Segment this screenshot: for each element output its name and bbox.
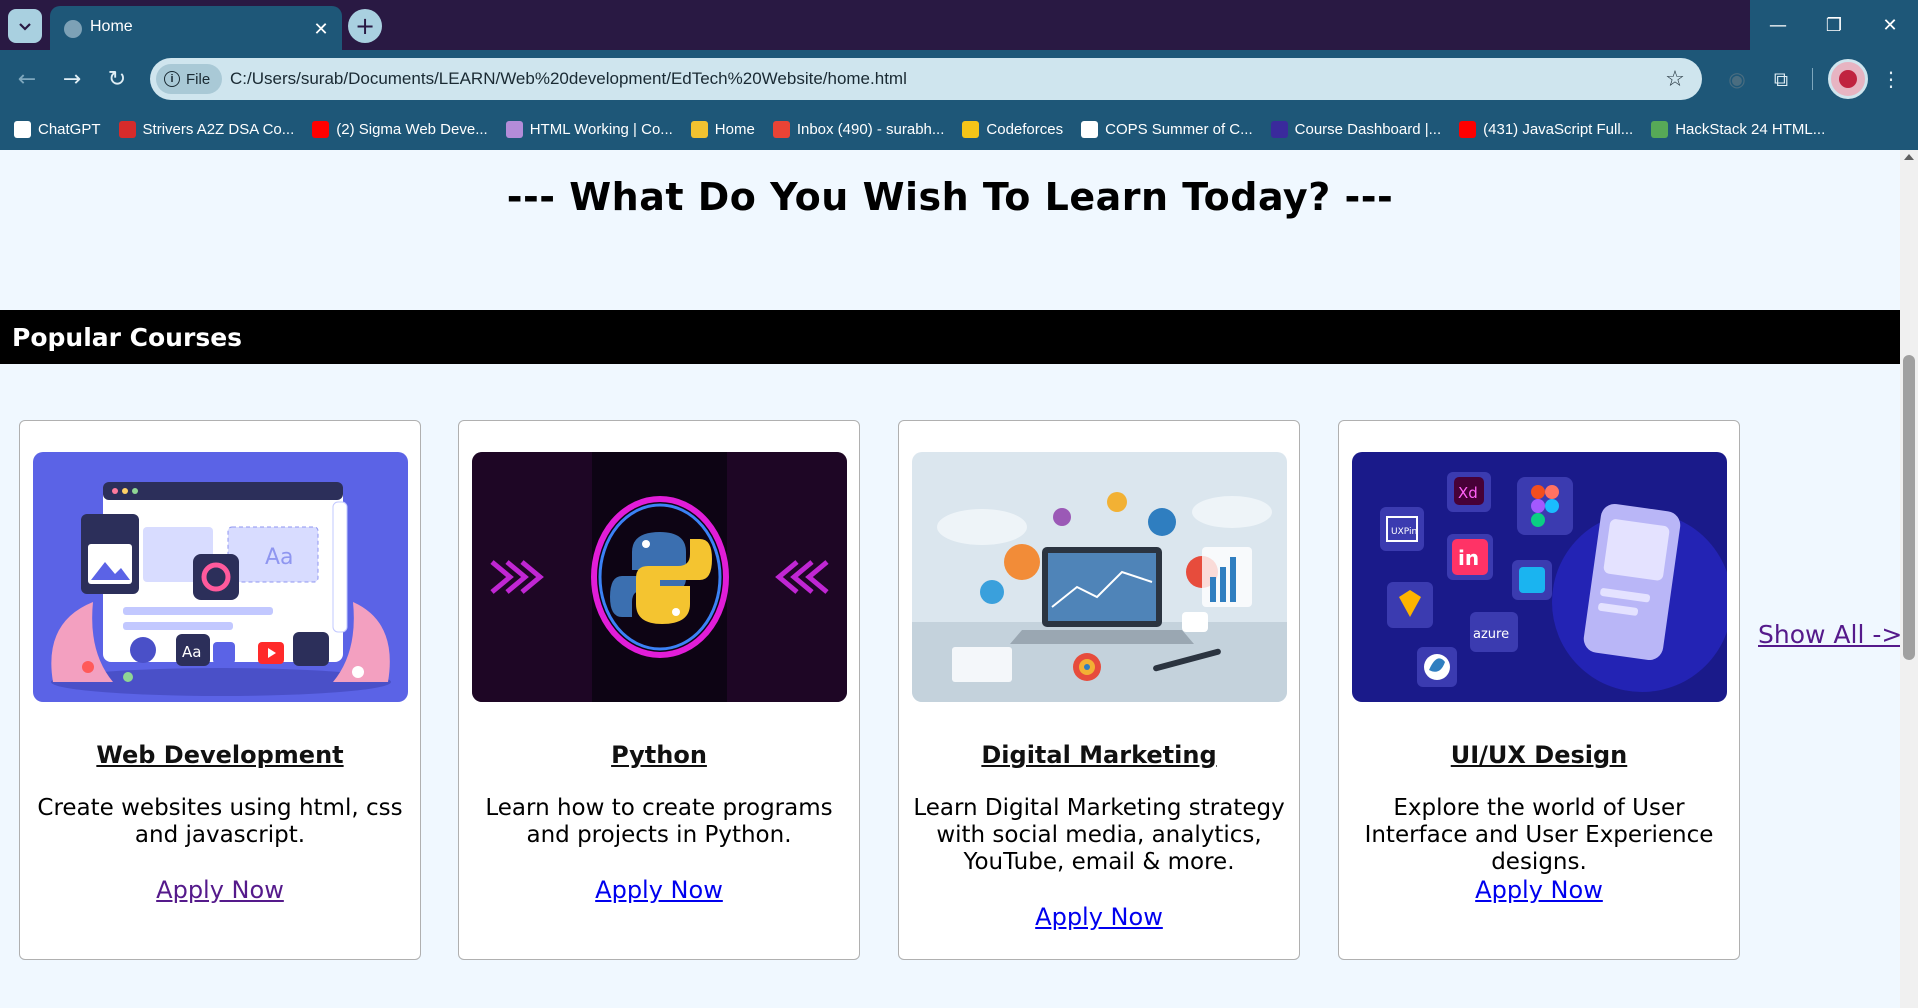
show-all-link[interactable]: Show All -> <box>1758 620 1900 649</box>
site-info-chip[interactable]: i File <box>156 64 223 94</box>
svg-text:azure: azure <box>1473 627 1509 642</box>
page-heading: --- What Do You Wish To Learn Today? --- <box>506 175 1394 219</box>
bookmark-item[interactable]: Home <box>690 120 755 138</box>
bookmark-label: Home <box>714 120 755 138</box>
restore-icon[interactable]: ❐ <box>1806 0 1862 50</box>
bookmark-label: HTML Working | Co... <box>529 120 673 138</box>
course-card-python: Python Learn how to create programs and … <box>458 420 860 960</box>
course-title[interactable]: Web Development <box>20 741 420 769</box>
course-title[interactable]: Digital Marketing <box>899 741 1299 769</box>
more-menu-icon[interactable]: ⋮ <box>1874 62 1908 96</box>
back-arrow-icon[interactable]: ← <box>10 62 44 96</box>
tab-title: Home <box>90 18 133 35</box>
bookmark-star-icon[interactable]: ☆ <box>1660 64 1690 94</box>
svg-text:UXPin: UXPin <box>1391 527 1417 537</box>
google-lens-icon[interactable]: ◉ <box>1720 62 1754 96</box>
svg-text:in: in <box>1458 546 1479 570</box>
bookmark-favicon-icon <box>505 120 523 138</box>
bookmark-favicon-icon <box>690 120 708 138</box>
url-text[interactable]: C:/Users/surab/Documents/LEARN/Web%20dev… <box>230 69 907 89</box>
bookmark-label: Strivers A2Z DSA Co... <box>142 120 295 138</box>
bookmark-favicon-icon <box>1651 120 1669 138</box>
toolbar-divider <box>1812 68 1813 90</box>
bookmark-favicon-icon <box>772 120 790 138</box>
chevron-down-icon <box>19 23 31 31</box>
scroll-thumb[interactable] <box>1903 355 1915 660</box>
bookmark-item[interactable]: HackStack 24 HTML... <box>1651 120 1826 138</box>
course-image-digital-marketing <box>912 452 1287 702</box>
apply-now-link[interactable]: Apply Now <box>459 876 859 904</box>
section-title: Popular Courses <box>12 323 243 352</box>
bookmarks-bar: ChatGPT Strivers A2Z DSA Co... (2) Sigma W… <box>0 108 1918 150</box>
bookmark-favicon-icon <box>14 120 31 138</box>
bookmark-favicon-icon <box>1459 120 1477 138</box>
course-image-uiux-design: UXPin Xd in azure <box>1352 452 1727 702</box>
bookmark-favicon-icon <box>118 120 136 138</box>
course-description: Create websites using html, css and java… <box>37 795 403 848</box>
site-chip-label: File <box>186 70 211 88</box>
bookmark-label: Course Dashboard |... <box>1294 120 1442 138</box>
svg-text:Xd: Xd <box>1458 484 1478 502</box>
course-title[interactable]: Python <box>459 741 859 769</box>
window-close-icon[interactable]: ✕ <box>1862 0 1918 50</box>
apply-now-link[interactable]: Apply Now <box>20 876 420 904</box>
bookmark-favicon-icon <box>312 120 330 138</box>
address-bar[interactable]: i File C:/Users/surab/Documents/LEARN/We… <box>150 58 1702 100</box>
course-card-uiux-design: UXPin Xd in azure UI/UX Design Explore t… <box>1338 420 1740 960</box>
avatar-icon <box>1839 70 1857 88</box>
course-card-digital-marketing: Digital Marketing Learn Digital Marketin… <box>898 420 1300 960</box>
bookmark-item[interactable]: Strivers A2Z DSA Co... <box>118 120 295 138</box>
course-description: Learn how to create programs and project… <box>485 795 833 848</box>
course-card-web-development: Aa Aa Web Development Create websites us… <box>19 420 421 960</box>
forward-arrow-icon[interactable]: → <box>55 62 89 96</box>
course-image-web-development: Aa Aa <box>33 452 408 702</box>
bookmark-label: COPS Summer of C... <box>1105 120 1253 138</box>
bookmark-item[interactable]: Inbox (490) - surabh... <box>772 120 945 138</box>
bookmark-favicon-icon <box>1081 120 1099 138</box>
new-tab-button[interactable]: + <box>348 9 382 43</box>
course-description: Explore the world of User Interface and … <box>1364 795 1714 875</box>
course-title[interactable]: UI/UX Design <box>1339 741 1739 769</box>
info-icon: i <box>164 71 180 87</box>
bookmark-item[interactable]: (431) JavaScript Full... <box>1459 120 1634 138</box>
profile-avatar[interactable] <box>1828 59 1868 99</box>
globe-icon <box>64 20 82 38</box>
bookmark-label: (431) JavaScript Full... <box>1483 120 1634 138</box>
bookmark-label: Inbox (490) - surabh... <box>796 120 945 138</box>
scroll-up-arrow-icon[interactable] <box>1904 154 1914 160</box>
reload-icon[interactable]: ↻ <box>100 62 134 96</box>
tab-search-button[interactable] <box>8 9 42 43</box>
apply-now-link[interactable]: Apply Now <box>899 903 1299 931</box>
bookmark-item[interactable]: (2) Sigma Web Deve... <box>312 120 488 138</box>
bookmark-label: ChatGPT <box>38 120 101 138</box>
bookmark-label: Codeforces <box>986 120 1064 138</box>
bookmark-item[interactable]: Course Dashboard |... <box>1270 120 1442 138</box>
course-description: Learn Digital Marketing strategy with so… <box>913 795 1285 875</box>
bookmark-item[interactable]: Codeforces <box>962 120 1064 138</box>
minimize-icon[interactable]: — <box>1750 0 1806 50</box>
page-content: --- What Do You Wish To Learn Today? ---… <box>0 150 1900 1008</box>
bookmark-favicon-icon <box>962 120 980 138</box>
close-tab-icon[interactable]: ✕ <box>310 18 332 40</box>
svg-text:Aa: Aa <box>182 643 201 661</box>
page-scrollbar[interactable] <box>1900 150 1918 1008</box>
bookmark-label: HackStack 24 HTML... <box>1675 120 1826 138</box>
apply-now-link[interactable]: Apply Now <box>1339 876 1739 904</box>
svg-text:Aa: Aa <box>265 545 294 570</box>
browser-tab-home[interactable]: Home ✕ <box>50 6 342 50</box>
bookmark-label: (2) Sigma Web Deve... <box>336 120 488 138</box>
bookmark-item[interactable]: HTML Working | Co... <box>505 120 673 138</box>
extensions-icon[interactable]: ⧉ <box>1764 62 1798 96</box>
course-image-python <box>472 452 847 702</box>
section-header-bar: Popular Courses <box>0 310 1900 364</box>
browser-titlebar: Home ✕ + — ❐ ✕ <box>0 0 1918 50</box>
bookmark-favicon-icon <box>1270 120 1288 138</box>
bookmark-item[interactable]: COPS Summer of C... <box>1081 120 1253 138</box>
browser-toolbar: ← → ↻ i File C:/Users/surab/Documents/LE… <box>0 50 1918 108</box>
bookmark-item[interactable]: ChatGPT <box>14 120 101 138</box>
